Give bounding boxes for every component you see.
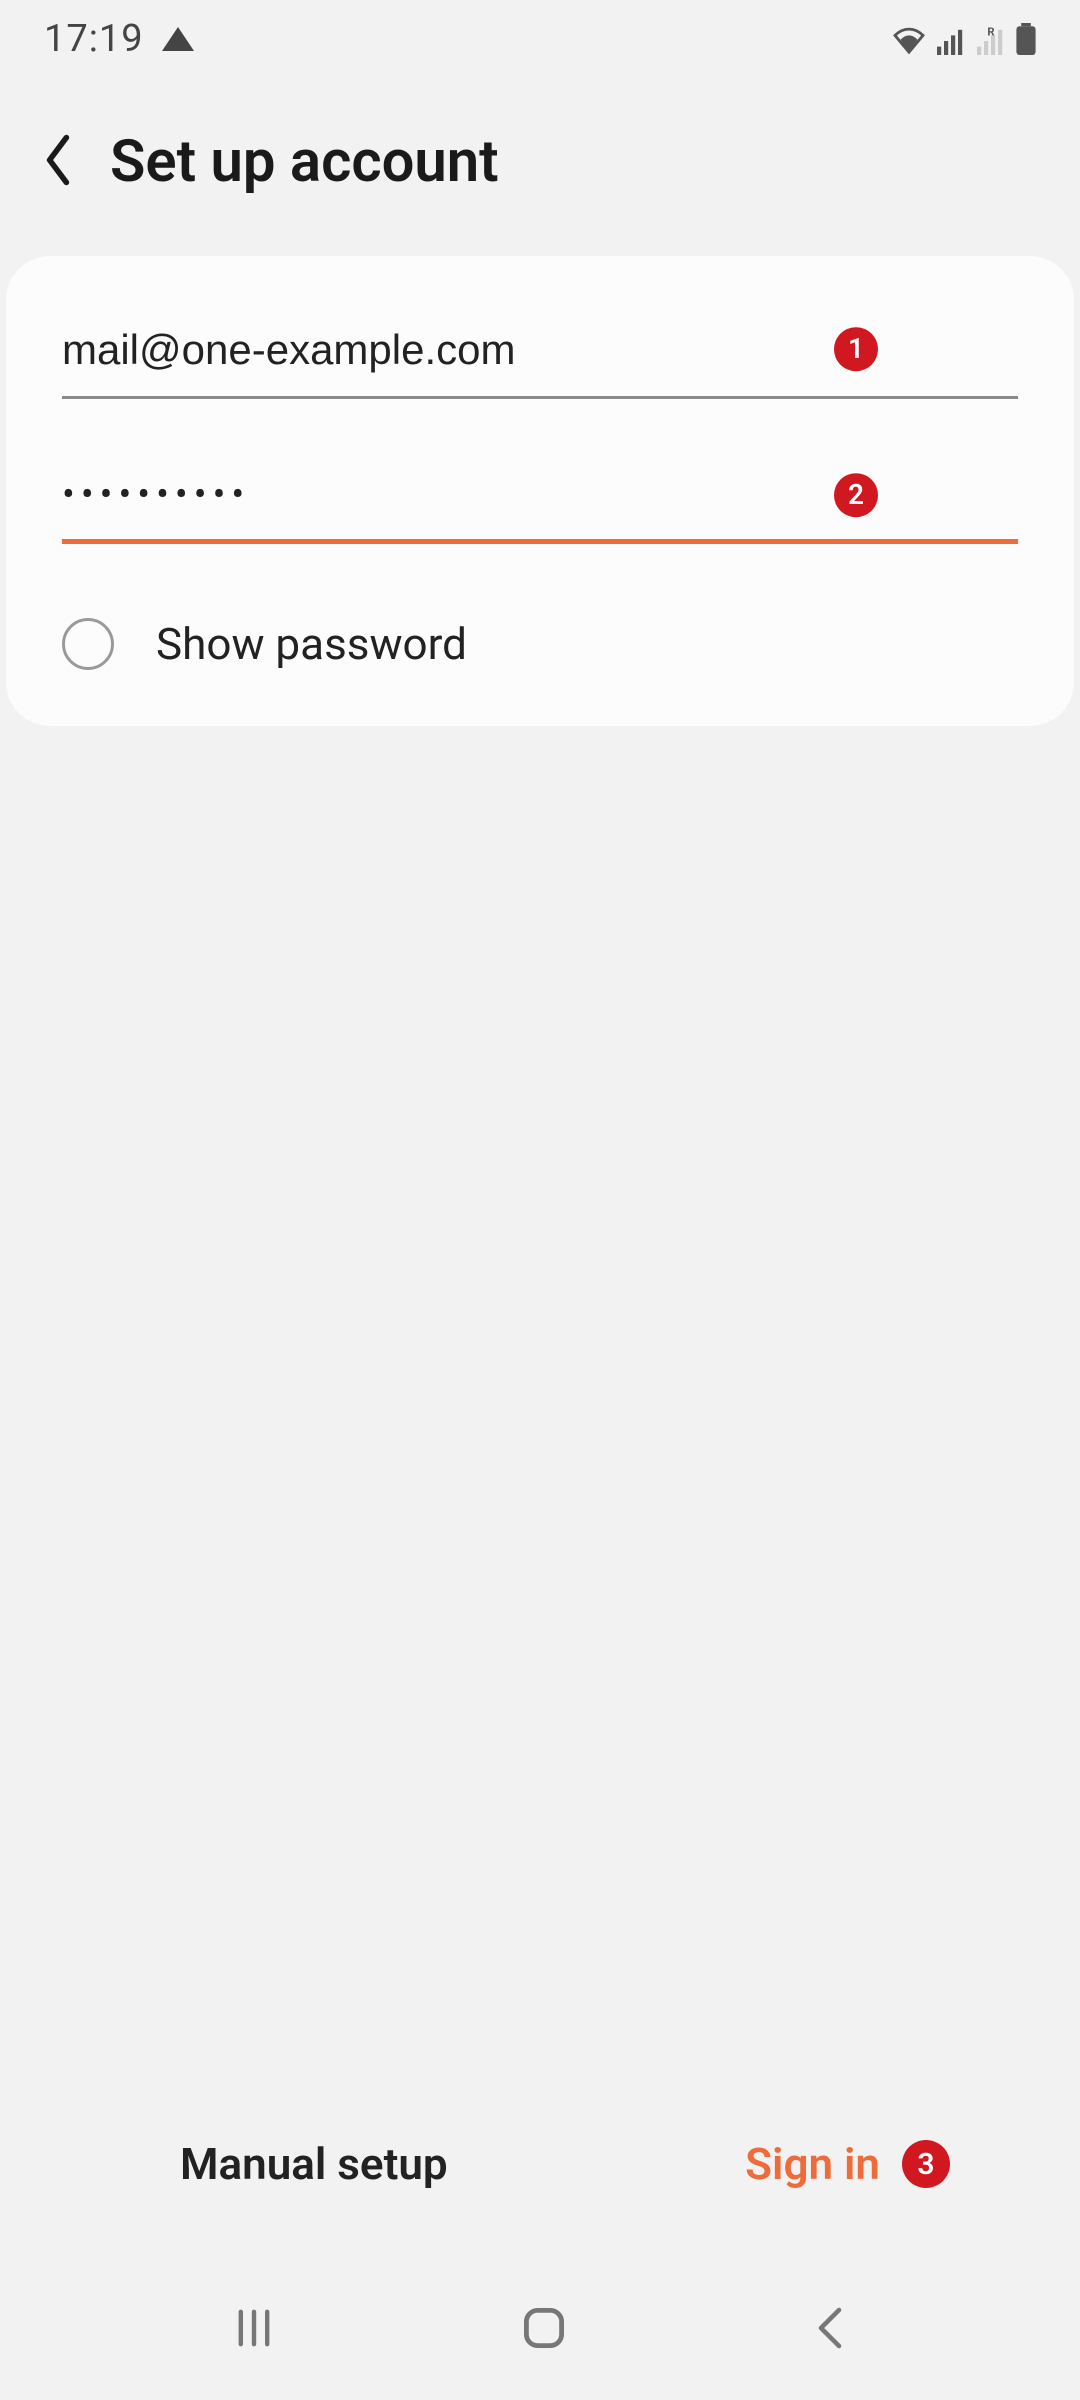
annotation-badge-1: 1 [834,327,878,371]
annotation-badge-3: 3 [902,2140,950,2188]
signal-icon [936,27,966,55]
status-right: R [892,23,1036,55]
back-icon[interactable] [40,132,76,192]
email-field-wrap: 1 [62,316,1018,399]
system-nav-bar [0,2260,1080,2400]
setup-card: 1 •••••••••• 2 Show password [6,256,1074,726]
wifi-icon [892,27,926,55]
status-bar: 17:19 R [0,0,1080,78]
manual-setup-button[interactable]: Manual setup [180,2138,448,2190]
status-time: 17:19 [44,17,144,61]
home-icon[interactable] [520,2304,568,2356]
show-password-row[interactable]: Show password [62,608,1018,670]
caret-up-icon [162,27,194,51]
show-password-label: Show password [156,618,467,670]
recents-icon[interactable] [232,2306,276,2354]
status-left: 17:19 [44,17,194,61]
page-title: Set up account [110,128,499,196]
password-field-wrap: •••••••••• 2 [62,463,1018,544]
battery-icon [1016,23,1036,55]
nav-back-icon[interactable] [812,2304,848,2356]
header: Set up account [0,78,1080,256]
field-underline-active [62,539,1018,544]
radio-unchecked-icon[interactable] [62,618,114,670]
signal-roaming-icon: R [976,27,1006,55]
signin-wrap: Sign in 3 [745,2138,950,2190]
signin-button[interactable]: Sign in [745,2138,880,2190]
bottom-actions: Manual setup Sign in 3 [0,2138,1080,2190]
field-underline [62,396,1018,399]
annotation-badge-2: 2 [834,473,878,517]
